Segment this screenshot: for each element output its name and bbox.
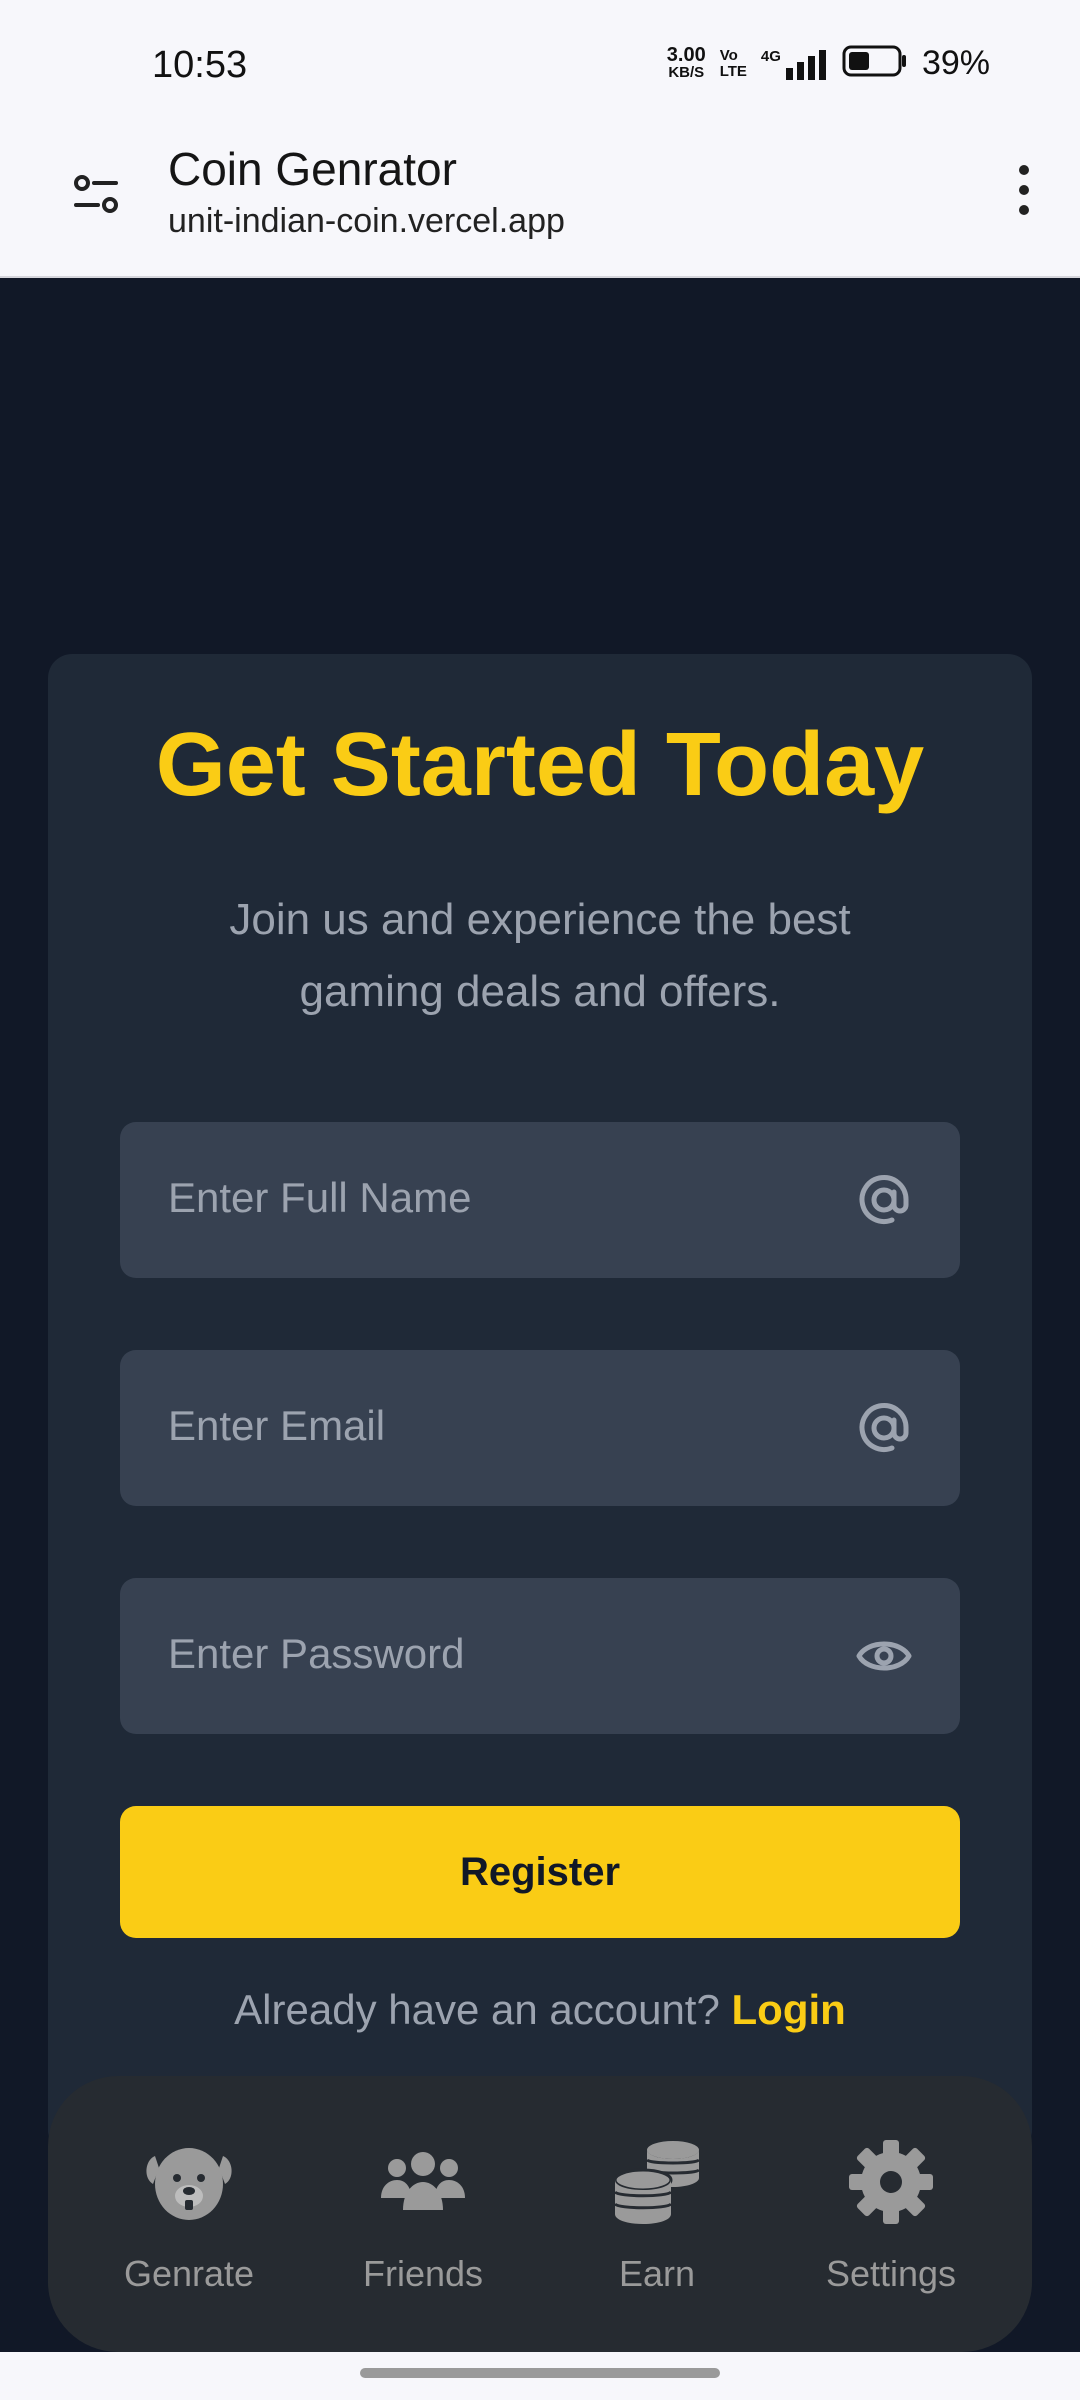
status-bar: 10:53 3.00 KB/S Vo LTE 4G 39% [0,0,1080,130]
card-title: Get Started Today [155,715,925,815]
login-prompt-row: Already have an account? Login [48,1986,1032,2034]
users-icon [375,2134,471,2235]
password-placeholder: Enter Password [168,1630,465,1677]
more-options-icon[interactable] [1004,160,1044,220]
full-name-field[interactable]: Enter Full Name [120,1122,960,1278]
nav-label-friends: Friends [362,2253,484,2294]
network-speed: 3.00 KB/S [666,43,706,82]
page-url[interactable]: unit-indian-coin.vercel.app [168,202,565,241]
signal-icon: 4G [761,48,828,80]
network-type: 4G [760,47,781,65]
site-settings-icon[interactable] [70,168,122,220]
bottom-nav: Genrate Friends Earn Settings [48,2076,1032,2352]
status-icons: 3.00 KB/S Vo LTE 4G 39% [667,44,990,83]
network-speed-unit: KB/S [668,63,705,81]
nav-label-earn: Earn [618,2253,696,2294]
eye-icon[interactable] [856,1628,912,1684]
email-placeholder: Enter Email [168,1402,386,1449]
nav-item-friends[interactable]: Friends [323,2134,523,2295]
login-prompt: Already have an account? [234,1986,720,2033]
battery-percent: 39% [921,44,990,82]
home-indicator[interactable] [360,2368,720,2378]
at-icon [856,1172,912,1228]
email-field[interactable]: Enter Email [120,1350,960,1506]
network-speed-value: 3.00 [666,43,706,66]
password-field[interactable]: Enter Password [120,1578,960,1734]
register-button[interactable]: Register [120,1806,960,1938]
nav-item-settings[interactable]: Settings [791,2134,991,2295]
full-name-placeholder: Enter Full Name [168,1174,472,1221]
volte-bottom: LTE [719,62,747,80]
nav-label-genrate: Genrate [123,2253,255,2294]
page-title: Coin Genrator [168,143,457,195]
volte-indicator: Vo LTE [719,46,747,80]
card-subtitle: Join us and experience the best gaming d… [229,895,851,1016]
dog-icon [141,2134,237,2235]
nav-label-settings: Settings [825,2253,957,2294]
register-card: Get Started Today Join us and experience… [48,654,1032,2154]
volte-top: Vo [719,46,738,64]
browser-bar: Coin Genrator unit-indian-coin.vercel.ap… [0,130,1080,278]
gear-icon [843,2134,939,2235]
coins-icon [609,2134,705,2235]
battery-icon [842,45,908,82]
nav-item-earn[interactable]: Earn [557,2134,757,2295]
nav-item-genrate[interactable]: Genrate [89,2134,289,2295]
status-time: 10:53 [152,44,248,86]
at-icon [856,1400,912,1456]
login-link[interactable]: Login [732,1986,846,2033]
